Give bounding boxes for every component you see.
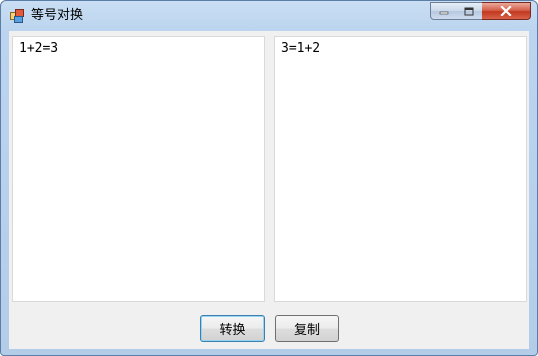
maximize-button[interactable] <box>456 2 483 20</box>
window-title: 等号对换 <box>31 8 84 23</box>
convert-button[interactable]: 转换 <box>200 315 265 342</box>
result-textbox[interactable]: 3=1+2 <box>274 36 527 302</box>
client-area: 1+2=3 3=1+2 转换 复制 <box>9 31 529 349</box>
app-icon <box>10 9 24 23</box>
app-window: 等号对换 1+2=3 3=1+2 转换 复制 <box>0 0 538 356</box>
copy-button[interactable]: 复制 <box>275 315 339 342</box>
source-textbox[interactable]: 1+2=3 <box>12 36 265 302</box>
convert-button-label: 转换 <box>219 323 246 338</box>
copy-button-label: 复制 <box>293 323 320 338</box>
close-button[interactable] <box>482 2 531 20</box>
close-icon <box>500 6 512 16</box>
maximize-icon <box>464 7 474 15</box>
minimize-button[interactable] <box>430 2 457 20</box>
minimize-icon <box>439 11 448 15</box>
title-bar[interactable]: 等号对换 <box>1 1 537 31</box>
